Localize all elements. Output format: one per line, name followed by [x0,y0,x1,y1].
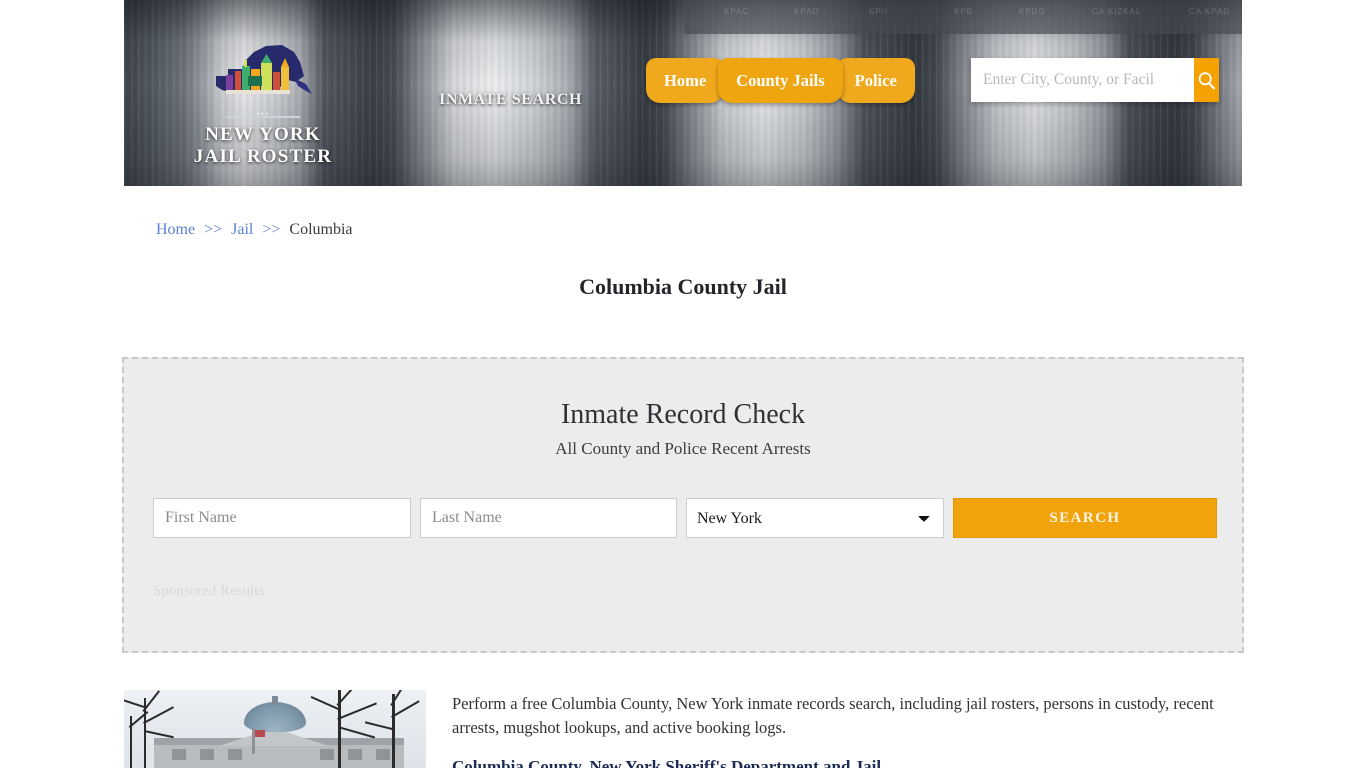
state-select[interactable]: New York [686,498,944,538]
nav-item-home[interactable]: Home [646,58,725,103]
breadcrumb-link-jail[interactable]: Jail [231,221,253,238]
logo-line-1: NEW YORK [205,124,321,145]
site-header: KPAC KPAD KPII KPB KPDO CA KIZKAL CA KPA… [124,0,1242,186]
header-search [971,58,1219,102]
inmate-search-form: New York SEARCH [153,498,1217,538]
breadcrumb-separator: >> [262,221,281,238]
breadcrumb-separator: >> [204,221,223,238]
new-york-state-map-icon [208,42,318,112]
search-button[interactable]: SEARCH [953,498,1217,538]
header-search-button[interactable] [1194,58,1219,102]
panel-heading: Inmate Record Check [560,399,806,430]
section-subheading: Columbia County, New York Sheriff's Depa… [452,757,882,768]
breadcrumb-link-home[interactable]: Home [156,221,195,238]
site-logo[interactable]: NEW YORK JAIL ROSTER [188,42,338,168]
breadcrumb-current: Columbia [289,221,353,238]
intro-paragraph: Perform a free Columbia County, New York… [452,694,1214,737]
logo-line-2: JAIL ROSTER [193,146,333,167]
courthouse-photo [124,690,426,768]
nav-item-police[interactable]: Police [836,58,915,103]
header-container: KPAC KPAD KPII KPB KPDO CA KIZKAL CA KPA… [124,0,1242,186]
inmate-record-check-panel: Inmate Record Check All County and Polic… [122,357,1244,653]
breadcrumb: Home >> Jail >> Columbia [156,221,353,239]
logo-divider [226,116,300,118]
header-search-input[interactable] [971,58,1194,102]
header-tagline: INMATE SEARCH [439,91,583,108]
primary-nav: Home County Jails Police [646,58,915,106]
page-title: Columbia County Jail [579,274,787,299]
nav-item-county-jails[interactable]: County Jails [718,58,843,103]
last-name-input[interactable] [420,498,677,538]
page-root: KPAC KPAD KPII KPB KPDO CA KIZKAL CA KPA… [0,0,1366,768]
panel-subheading: All County and Police Recent Arrests [555,439,811,458]
search-icon [1198,71,1215,89]
first-name-input[interactable] [153,498,411,538]
sponsored-results-label: Sponsored Results [153,583,265,599]
